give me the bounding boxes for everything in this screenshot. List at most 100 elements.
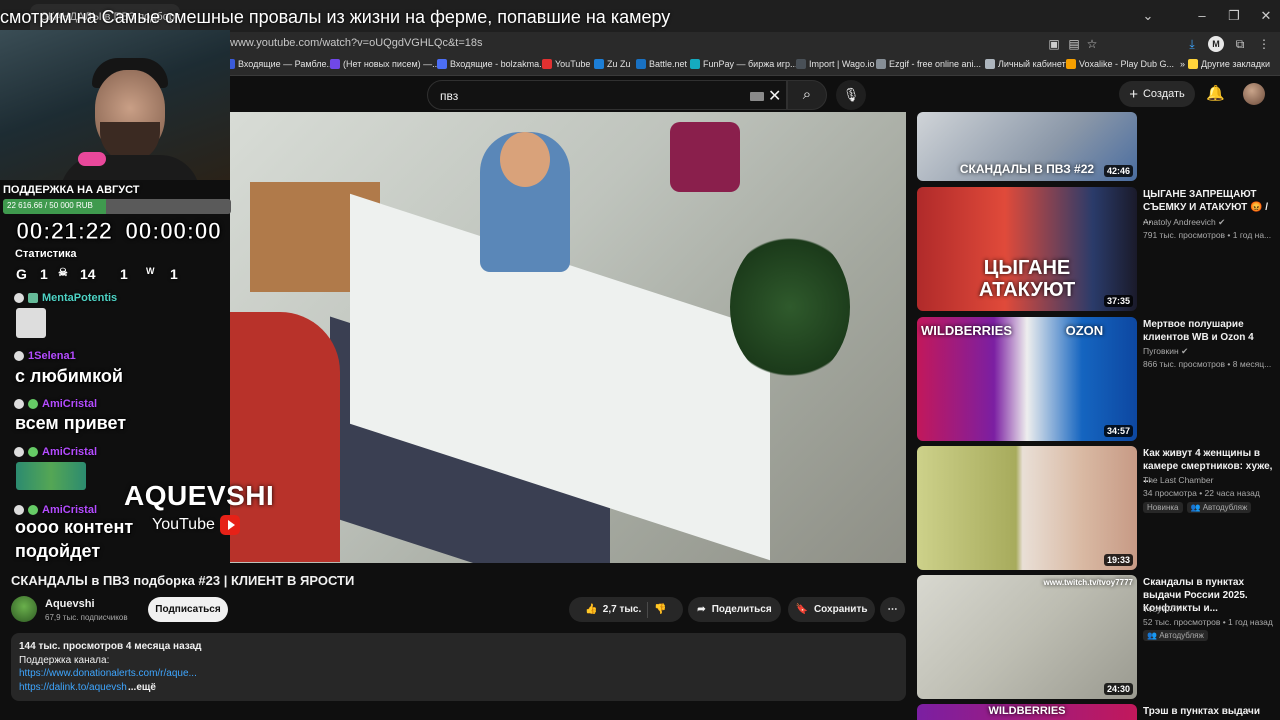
donation-progress-text: 22 616.66 / 50 000 RUB xyxy=(7,201,93,210)
more-horizontal-icon: ⋯ xyxy=(887,604,898,615)
recommendation-stats: 791 тыс. просмотров • 1 год на... xyxy=(1143,230,1272,240)
streamer-webcam xyxy=(0,30,230,180)
bookmark-item[interactable]: Voxalike - Play Dub G... xyxy=(1066,59,1174,69)
url-field[interactable]: www.youtube.com/watch?v=oUQgdVGHLQc&t=18… xyxy=(230,37,483,49)
video-duration: 34:57 xyxy=(1103,425,1133,437)
thumbnail-caption: www.twitch.tv/tvoy7777 xyxy=(1043,578,1133,587)
video-title: СКАНДАЛЫ в ПВЗ подборка #23 | КЛИЕНТ В Я… xyxy=(11,573,355,588)
restore-icon[interactable]: ❐ xyxy=(1222,6,1246,26)
channel-avatar[interactable] xyxy=(11,596,37,622)
bookmark-item[interactable]: FunPay — биржа игр... xyxy=(690,59,798,69)
bookmark-item[interactable]: Входящие — Рамбле... xyxy=(225,59,334,69)
bookmark-star-icon[interactable]: ☆ xyxy=(1084,36,1100,52)
recommendation-channel[interactable]: Anatoly Andreevich ✔ xyxy=(1143,217,1225,228)
bookmark-item[interactable]: Личный кабинет xyxy=(985,59,1066,69)
create-button[interactable]: + Создать xyxy=(1119,81,1195,107)
thumbnail-caption: ЦЫГАНЕ АТАКУЮТ xyxy=(978,257,1076,301)
close-window-icon[interactable]: ✕ xyxy=(1254,6,1278,26)
chat-message: всем привет xyxy=(15,413,127,433)
like-button[interactable]: 👍 2,7 тыс. xyxy=(585,604,641,615)
recommendation-thumbnail[interactable]: www.twitch.tv/tvoy7777 24:30 xyxy=(917,575,1137,699)
subscribe-button[interactable]: Подписаться xyxy=(148,597,228,622)
video-duration: 19:33 xyxy=(1103,554,1133,566)
recommendation-thumbnail[interactable]: WILDBERRIES OZON 34:57 xyxy=(917,317,1137,441)
chat-username: AmiCristal xyxy=(14,504,97,516)
like-dislike-group: 👍 2,7 тыс. 👎 xyxy=(569,597,683,622)
recommendation-badges: Новинка 👥 Автодубляж xyxy=(1143,502,1252,513)
subscriber-count: 67,9 тыс. подписчиков xyxy=(45,613,128,622)
menu-icon[interactable]: ⋮ xyxy=(1256,36,1272,52)
description-link[interactable]: https://www.donationalerts.com/r/aque... xyxy=(19,668,197,679)
dislike-button[interactable]: 👎 xyxy=(654,604,666,615)
recommendation-channel[interactable]: Tvoy7777 xyxy=(1143,604,1180,614)
stream-overlay-title: смотрим на Самые смешные провалы из жизн… xyxy=(0,7,671,27)
thumbs-up-icon: 👍 xyxy=(585,604,598,615)
profile-icon[interactable]: M xyxy=(1208,36,1224,52)
recommendation-channel[interactable]: Пуговкин ✔ xyxy=(1143,346,1188,357)
recommendation-title[interactable]: Трэш в пунктах выдачи xyxy=(1143,705,1273,718)
donation-progress-bar: 22 616.66 / 50 000 RUB xyxy=(3,199,231,214)
chat-username: AmiCristal xyxy=(14,446,97,458)
download-icon[interactable]: ⤓ xyxy=(1184,36,1200,52)
description-box[interactable]: 144 тыс. просмотров 4 месяца назад Подде… xyxy=(11,633,906,701)
chat-message: оооо контент xyxy=(15,517,134,537)
voice-search-button[interactable]: 🎙 xyxy=(836,80,866,110)
clear-search-icon[interactable]: ✕ xyxy=(768,86,781,106)
recommendation-thumbnail[interactable]: СКАНДАЛЫ В ПВЗ #22 42:46 xyxy=(917,112,1137,181)
minimize-icon[interactable]: – xyxy=(1190,6,1214,26)
verified-icon: ✔ xyxy=(1181,346,1189,356)
youtube-play-icon xyxy=(220,515,240,535)
recommendation-stats: 866 тыс. просмотров • 8 месяц... xyxy=(1143,359,1272,369)
bookmark-item[interactable]: Zu Zu xyxy=(594,59,631,69)
video-player[interactable] xyxy=(230,112,906,563)
stats-label: Статистика xyxy=(15,248,77,260)
description-link[interactable]: https://dalink.to/aquevsh xyxy=(19,682,127,693)
chevron-right-icon: » xyxy=(1180,59,1186,69)
description-text: Поддержка канала: xyxy=(19,655,110,666)
folder-icon xyxy=(1188,59,1199,69)
notifications-bell-icon[interactable]: 🔔 xyxy=(1206,84,1225,102)
vk-icon xyxy=(594,59,604,69)
bookmark-item[interactable]: Входящие - bolzakma... xyxy=(437,59,547,69)
extensions-icon[interactable]: ⧉ xyxy=(1232,36,1248,52)
recommendation-stats: 52 тыс. просмотров • 1 год назад xyxy=(1143,617,1273,627)
donation-goal-label: ПОДДЕРЖКА НА АВГУСТ xyxy=(3,184,140,196)
chat-username: MentaPotentis xyxy=(14,292,117,304)
reader-icon[interactable]: ▤ xyxy=(1066,36,1082,52)
autodub-icon: 👥 xyxy=(1147,631,1157,640)
bookmark-item[interactable]: Ezgif - free online ani... xyxy=(876,59,981,69)
search-button[interactable]: ⌕ xyxy=(787,80,827,110)
account-avatar[interactable] xyxy=(1243,83,1265,105)
microphone-icon: 🎙 xyxy=(842,87,860,102)
recommendation-thumbnail[interactable]: WILDBERRIES xyxy=(917,704,1137,720)
bookmark-item[interactable]: (Нет новых писем) —... xyxy=(330,59,440,69)
thumbnail-caption: WILDBERRIES xyxy=(988,705,1066,717)
save-button[interactable]: 🔖 Сохранить xyxy=(788,597,875,622)
keyboard-icon[interactable] xyxy=(750,92,764,101)
share-button[interactable]: ➦ Поделиться xyxy=(688,597,781,622)
bookmark-item[interactable]: » Другие закладки xyxy=(1180,59,1270,69)
battlenet-icon xyxy=(636,59,646,69)
video-frame-bag xyxy=(670,122,740,192)
mail-icon xyxy=(437,59,447,69)
show-more-button[interactable]: ...ещё xyxy=(128,682,156,693)
video-duration: 42:46 xyxy=(1103,165,1133,177)
share-icon: ➦ xyxy=(697,604,706,615)
more-actions-button[interactable]: ⋯ xyxy=(880,597,905,622)
video-frame-worker-head xyxy=(500,132,550,187)
channel-name[interactable]: Aquevshi xyxy=(45,598,95,610)
ezgif-icon xyxy=(876,59,886,69)
recommendation-channel[interactable]: The Last Chamber xyxy=(1143,475,1213,485)
recommendation-thumbnail[interactable]: 19:33 xyxy=(917,446,1137,570)
tab-search-icon[interactable]: ⌄ xyxy=(1136,6,1160,26)
bookmark-item[interactable]: Import | Wago.io xyxy=(796,59,875,69)
bookmark-item[interactable]: YouTube xyxy=(542,59,590,69)
screenshot-icon[interactable]: ▣ xyxy=(1046,36,1062,52)
recommendation-title[interactable]: Мертвое полушарие клиентов WB и Ozon 4 xyxy=(1143,318,1273,344)
video-frame-client xyxy=(230,312,340,562)
bookmark-item[interactable]: Battle.net xyxy=(636,59,687,69)
search-input[interactable]: пвз ✕ xyxy=(427,80,787,110)
chat-username: 1Selena1 xyxy=(14,350,76,362)
recommendation-thumbnail[interactable]: ЦЫГАНЕ АТАКУЮТ 37:35 xyxy=(917,187,1137,311)
chat-message: с любимкой xyxy=(15,366,123,386)
